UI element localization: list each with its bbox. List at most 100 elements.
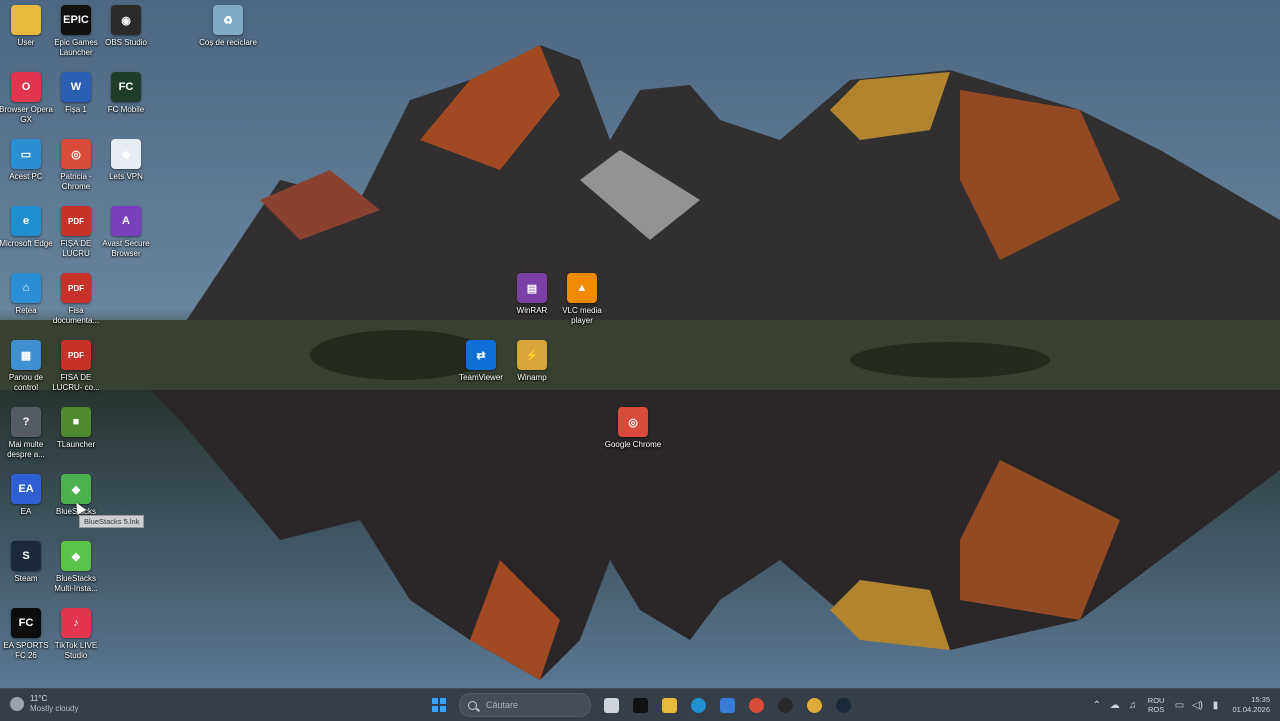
taskbar: 11°C Mostly cloudy Căutare ⌃ ☁ ♫ ROU ROS…: [0, 688, 1280, 721]
display-icon[interactable]: ▭: [1170, 696, 1188, 714]
desktop-icon-label: Winamp: [517, 373, 547, 382]
steam-icon: [836, 697, 851, 713]
start-button[interactable]: [427, 693, 451, 717]
bluestacks-icon: ◆: [61, 474, 91, 504]
desktop-icon[interactable]: ◎ Google Chrome: [604, 407, 662, 450]
battery-icon[interactable]: ▮: [1206, 696, 1224, 714]
desktop-icon-label: TLauncher: [56, 440, 96, 449]
opera-icon: O: [11, 72, 41, 102]
desktop-icon[interactable]: ▤ WinRAR: [506, 273, 558, 316]
network-icon: ⌂: [11, 273, 41, 303]
desktop-icon-label: OBS Studio: [105, 38, 147, 47]
pinned-apps: [597, 693, 858, 717]
desktop-icon[interactable]: O Browser Opera GX: [0, 72, 53, 125]
obs-icon: ◉: [111, 5, 141, 35]
desktop-wallpaper: [0, 0, 1280, 688]
taskbar-search-box[interactable]: Căutare: [459, 693, 591, 717]
taskbar-app-button[interactable]: [774, 693, 798, 717]
desktop-icon-label: Coș de reciclare: [199, 38, 257, 47]
desktop-icon[interactable]: FC EA SPORTS FC 26: [0, 608, 52, 661]
taskbar-app-button[interactable]: [658, 693, 682, 717]
chrome-icon: ◎: [618, 407, 648, 437]
desktop-icon[interactable]: User: [0, 5, 52, 48]
desktop-icon-label: TeamViewer: [459, 373, 503, 382]
desktop-icon[interactable]: ♻ Coș de reciclare: [199, 5, 257, 48]
taskbar-center: Căutare: [424, 693, 858, 717]
desktop-icon[interactable]: ⌂ Rețea: [0, 273, 52, 316]
show-hidden-icons-chevron-icon[interactable]: ⌃: [1088, 696, 1106, 714]
taskbar-app-button[interactable]: [803, 693, 827, 717]
desktop-icon[interactable]: PDF Fisa documenta...: [50, 273, 102, 326]
icon-tooltip: BlueStacks 5.lnk: [79, 515, 145, 528]
desktop-icon[interactable]: ♪ TikTok LIVE Studio: [50, 608, 102, 661]
desktop-icon[interactable]: PDF FIȘA DE LUCRU: [50, 206, 102, 259]
vlc-icon: ▲: [567, 273, 597, 303]
taskbar-app-button[interactable]: [687, 693, 711, 717]
taskbar-app-button[interactable]: [745, 693, 769, 717]
ea-icon: EA: [11, 474, 41, 504]
desktop-icon[interactable]: EA EA: [0, 474, 52, 517]
search-placeholder: Căutare: [486, 700, 519, 710]
desktop-icon[interactable]: ▭ Acest PC: [0, 139, 52, 182]
desktop-icon[interactable]: FC FC Mobile: [100, 72, 152, 115]
desktop-icon[interactable]: ▲ VLC media player: [556, 273, 608, 326]
search-icon: [468, 700, 477, 710]
desktop-icon[interactable]: ⚡ Winamp: [506, 340, 558, 383]
desktop-icon[interactable]: ■ TLauncher: [50, 407, 102, 450]
desktop-icon-label: VLC media player: [562, 306, 602, 325]
windows-logo-icon: [431, 697, 447, 713]
cloudy-weather-icon: [10, 697, 24, 711]
epic-games-icon: EPIC: [61, 5, 91, 35]
desktop-icon[interactable]: ◆ Lets VPN: [100, 139, 152, 182]
vpn-icon: ◆: [111, 139, 141, 169]
control-panel-icon: ▦: [11, 340, 41, 370]
teamviewer-icon: ⇄: [466, 340, 496, 370]
chrome-profile-icon: [807, 697, 822, 713]
desktop-icon-label: Fisa documenta...: [52, 306, 100, 325]
desktop-icon[interactable]: PDF FISA DE LUCRU- co...: [50, 340, 102, 393]
desktop-icon-label: BlueStacks Multi-Insta...: [54, 574, 98, 593]
pdf-icon: PDF: [61, 206, 91, 236]
language-indicator[interactable]: ROU ROS: [1148, 696, 1165, 714]
taskbar-app-button[interactable]: [629, 693, 653, 717]
desktop-icon[interactable]: W Fișa 1: [50, 72, 102, 115]
desktop-icon[interactable]: e Microsoft Edge: [0, 206, 53, 249]
obs-icon: [778, 697, 793, 713]
edge-icon: [691, 697, 706, 713]
word-doc-icon: W: [61, 72, 91, 102]
desktop-icon[interactable]: ◆ BlueStacks Multi-Insta...: [50, 541, 102, 594]
desktop-icon[interactable]: EPIC Epic Games Launcher: [50, 5, 102, 58]
bluestacks-multi-icon: ◆: [61, 541, 91, 571]
desktop-icon-label: Google Chrome: [604, 440, 662, 449]
ea-fc-icon: FC: [11, 608, 41, 638]
weather-widget[interactable]: 11°C Mostly cloudy: [10, 694, 78, 714]
capcut-icon: [633, 697, 648, 713]
desktop-icon[interactable]: A Avast Secure Browser: [100, 206, 152, 259]
chrome-icon: ◎: [61, 139, 91, 169]
clock[interactable]: 15:35 01.04.2026: [1232, 695, 1270, 715]
weather-condition: Mostly cloudy: [30, 704, 79, 713]
taskbar-app-button[interactable]: [832, 693, 856, 717]
desktop-icon[interactable]: S Steam: [0, 541, 52, 584]
system-tray: ⌃ ☁ ♫ ROU ROS ▭ ◁) ▮ 15:35 01.04.2026: [1088, 689, 1270, 721]
store-icon: [720, 697, 735, 713]
desktop-icon[interactable]: ? Mai multe despre a...: [0, 407, 52, 460]
tlauncher-icon: ■: [61, 407, 91, 437]
cloud-off-icon[interactable]: ☁: [1106, 696, 1124, 714]
info-icon: ?: [11, 407, 41, 437]
fc-mobile-icon: FC: [111, 72, 141, 102]
microphone-icon[interactable]: ♫: [1124, 696, 1142, 714]
volume-icon[interactable]: ◁): [1188, 696, 1206, 714]
winrar-icon: ▤: [517, 273, 547, 303]
desktop-icon[interactable]: ▦ Panou de control: [0, 340, 52, 393]
desktop-icon[interactable]: ◉ OBS Studio: [100, 5, 152, 48]
desktop-icon-label: TikTok LIVE Studio: [54, 641, 98, 660]
tiktok-icon: ♪: [61, 608, 91, 638]
desktop-icon-label: Avast Secure Browser: [102, 239, 150, 258]
taskbar-app-button[interactable]: [716, 693, 740, 717]
desktop-icon[interactable]: ◎ Patricia - Chrome: [50, 139, 102, 192]
taskbar-app-button[interactable]: [600, 693, 624, 717]
recycle-bin-icon: ♻: [213, 5, 243, 35]
weather-temperature: 11°C: [30, 694, 48, 703]
desktop-icon[interactable]: ⇄ TeamViewer: [455, 340, 507, 383]
